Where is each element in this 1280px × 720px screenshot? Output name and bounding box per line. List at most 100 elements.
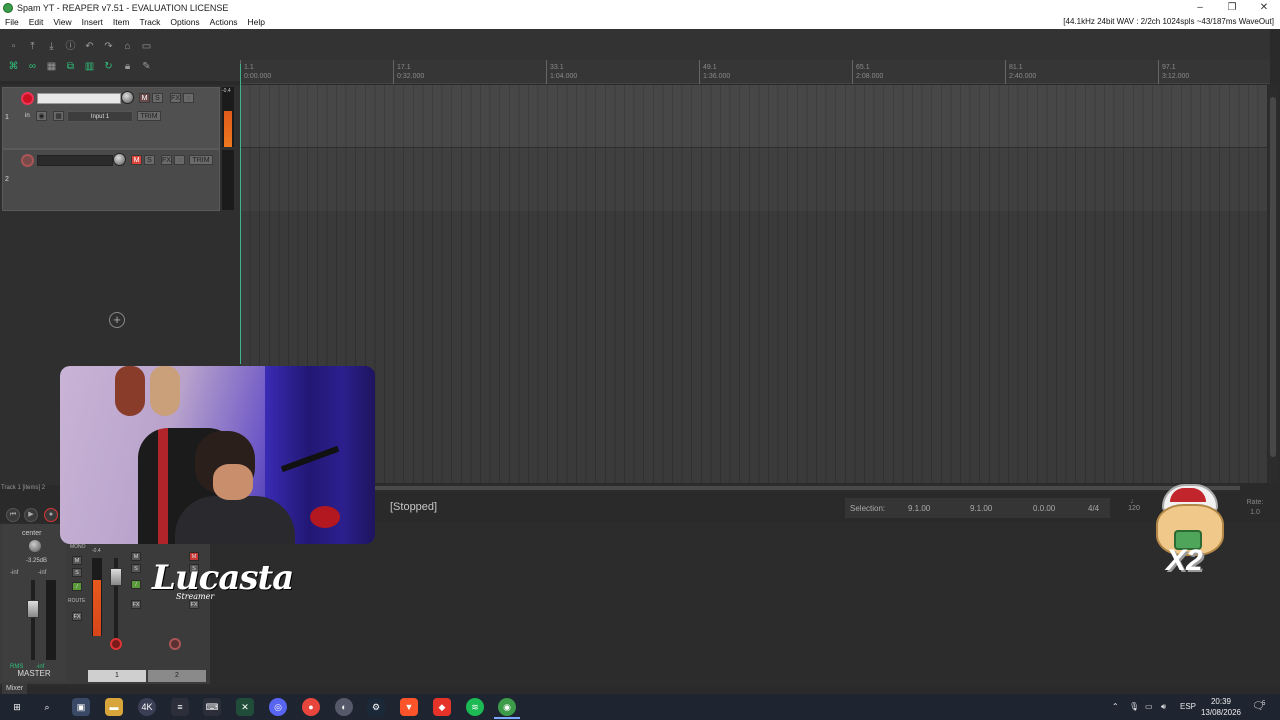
new-project-icon[interactable]: ▫ — [6, 39, 21, 54]
auto-crossfade-icon[interactable]: ∞ — [25, 59, 40, 74]
mute-button[interactable]: M — [139, 93, 150, 103]
track-2-panel[interactable]: 2 M S FX ◌ TRIM — [2, 149, 220, 211]
reaper-taskbar-icon[interactable]: ◉ — [498, 698, 516, 716]
ripple-edit-icon[interactable]: ⌘ — [6, 59, 21, 74]
add-track-button[interactable]: + — [109, 312, 125, 328]
trim-button[interactable]: TRIM — [137, 111, 161, 121]
envelope-icon[interactable]: ▦ — [44, 59, 59, 74]
menu-view[interactable]: View — [48, 15, 76, 29]
menu-help[interactable]: Help — [243, 15, 270, 29]
menu-track[interactable]: Track — [134, 15, 165, 29]
windows-start-icon[interactable]: ⊞ — [8, 698, 26, 716]
microphone-icon[interactable]: 🎙︎ — [1129, 694, 1139, 720]
strip-1-fader[interactable] — [110, 568, 122, 586]
save-project-icon[interactable]: ⤓ — [44, 39, 59, 54]
master-fx-button[interactable]: / — [72, 582, 82, 591]
menu-file[interactable]: File — [0, 15, 24, 29]
timeline-ruler[interactable]: 1.1 0:00.000 17.1 0:32.000 33.1 1:04.000… — [240, 60, 1270, 84]
scrollbar-thumb[interactable] — [1270, 97, 1276, 457]
video-app-icon[interactable]: ≡ — [171, 698, 189, 716]
discord-icon[interactable]: ◎ — [269, 698, 287, 716]
audio-device-status[interactable]: [44.1kHz 24bit WAV : 2/2ch 1024spls ~43/… — [1063, 15, 1274, 29]
volume-knob[interactable] — [113, 153, 126, 166]
track-lane-1[interactable] — [240, 85, 1267, 147]
snap-icon[interactable]: ▥ — [82, 59, 97, 74]
redo-icon[interactable]: ↷ — [101, 39, 116, 54]
mono-button[interactable]: MONO — [70, 544, 86, 550]
fx-bypass-button[interactable]: ◌ — [174, 155, 185, 165]
menu-actions[interactable]: Actions — [205, 15, 243, 29]
mixer-tab[interactable]: Mixer — [2, 684, 28, 694]
system-clock[interactable]: 20:39 13/08/2026 — [1198, 696, 1244, 718]
strip-2-fx-button[interactable]: FX — [189, 600, 199, 609]
strip-2-record-arm[interactable] — [169, 638, 181, 650]
item-grouping-icon[interactable]: ⧉ — [63, 59, 78, 74]
selection-display[interactable]: Selection: 9.1.00 9.1.00 0.0.00 4/4 — [845, 498, 1110, 518]
selection-end[interactable]: 9.1.00 — [970, 504, 992, 513]
record-arm-button[interactable] — [21, 92, 34, 105]
steam-icon[interactable]: ⚙ — [367, 698, 385, 716]
project-settings-icon[interactable]: ⓘ — [63, 39, 78, 54]
selection-length[interactable]: 0.0.00 — [1033, 504, 1055, 513]
master-fx-label[interactable]: FX — [72, 612, 82, 621]
record-arm-button[interactable] — [21, 154, 34, 167]
master-fader[interactable] — [27, 600, 39, 618]
undo-icon[interactable]: ↶ — [82, 39, 97, 54]
search-icon[interactable]: ⌕ — [38, 698, 56, 716]
lock-icon[interactable]: 🔒︎ — [120, 59, 135, 74]
fx-button[interactable]: FX — [170, 93, 181, 103]
track-lane-2[interactable] — [240, 147, 1267, 211]
selection-start[interactable]: 9.1.00 — [908, 504, 930, 513]
arrange-view[interactable] — [240, 85, 1267, 483]
master-mute-button[interactable]: M — [72, 556, 82, 565]
menu-options[interactable]: Options — [165, 15, 204, 29]
task-view-icon[interactable]: ▣ — [72, 698, 90, 716]
track-name-field[interactable] — [37, 93, 121, 104]
media-app-icon[interactable]: ◆ — [433, 698, 451, 716]
time-signature[interactable]: 4/4 — [1088, 504, 1099, 513]
strip-1-fx-button[interactable]: FX — [131, 600, 141, 609]
minimize-button[interactable]: – — [1184, 0, 1216, 15]
track-name-field[interactable] — [37, 155, 113, 166]
brave-icon[interactable]: ▼ — [400, 698, 418, 716]
strip-1-solo-button[interactable]: S — [131, 564, 141, 573]
obs-icon[interactable]: ◐ — [335, 698, 353, 716]
spotify-icon[interactable]: ≋ — [466, 698, 484, 716]
fx-bypass-button[interactable]: ◌ — [183, 93, 194, 103]
loop-icon[interactable]: ↻ — [101, 59, 116, 74]
master-solo-button[interactable]: S — [72, 568, 82, 577]
menu-edit[interactable]: Edit — [24, 15, 49, 29]
volume-knob[interactable] — [121, 91, 134, 104]
menu-insert[interactable]: Insert — [77, 15, 108, 29]
vertical-scrollbar[interactable] — [1268, 85, 1278, 483]
solo-button[interactable]: S — [144, 155, 155, 165]
strip-1-mute-button[interactable]: M — [131, 552, 141, 561]
go-to-start-icon[interactable]: ⏮ — [6, 508, 20, 522]
grid-icon[interactable]: ▭ — [139, 39, 154, 54]
metronome-icon[interactable]: ⌂ — [120, 39, 135, 54]
excel-icon[interactable]: ✕ — [236, 698, 254, 716]
mute-button[interactable]: M — [131, 155, 142, 165]
4k-app-icon[interactable]: 4K — [138, 698, 156, 716]
play-icon[interactable]: ▶ — [24, 508, 38, 522]
pencil-icon[interactable]: ✎ — [139, 59, 154, 74]
trim-button[interactable]: TRIM — [189, 155, 213, 165]
network-icon[interactable]: ▭ — [1145, 694, 1153, 720]
volume-icon[interactable]: 🔊︎ — [1161, 694, 1166, 720]
playrate-display[interactable]: Rate: 1.0 — [1240, 498, 1270, 518]
tempo-display[interactable]: ♩ 120 — [1122, 498, 1146, 512]
file-explorer-icon[interactable]: ▬ — [105, 698, 123, 716]
strip-1-phase-button[interactable]: / — [131, 580, 141, 589]
monitor-button[interactable]: ◉ — [36, 111, 47, 121]
chrome-icon[interactable]: ● — [302, 698, 320, 716]
maximize-button[interactable]: ❐ — [1216, 0, 1248, 15]
horizontal-scrollbar[interactable] — [240, 484, 1240, 492]
menu-item[interactable]: Item — [108, 15, 135, 29]
input-select[interactable]: Input 1 — [67, 111, 133, 122]
keyboard-app-icon[interactable]: ⌨ — [203, 698, 221, 716]
strip-1-record-arm[interactable] — [110, 638, 122, 650]
solo-button[interactable]: S — [152, 93, 163, 103]
strip-2-number[interactable]: 2 — [148, 670, 206, 682]
track-1-panel[interactable]: 1 M S FX ◌ in ◉ ▦ Input 1 TRIM — [2, 87, 220, 149]
fx-button[interactable]: FX — [161, 155, 172, 165]
